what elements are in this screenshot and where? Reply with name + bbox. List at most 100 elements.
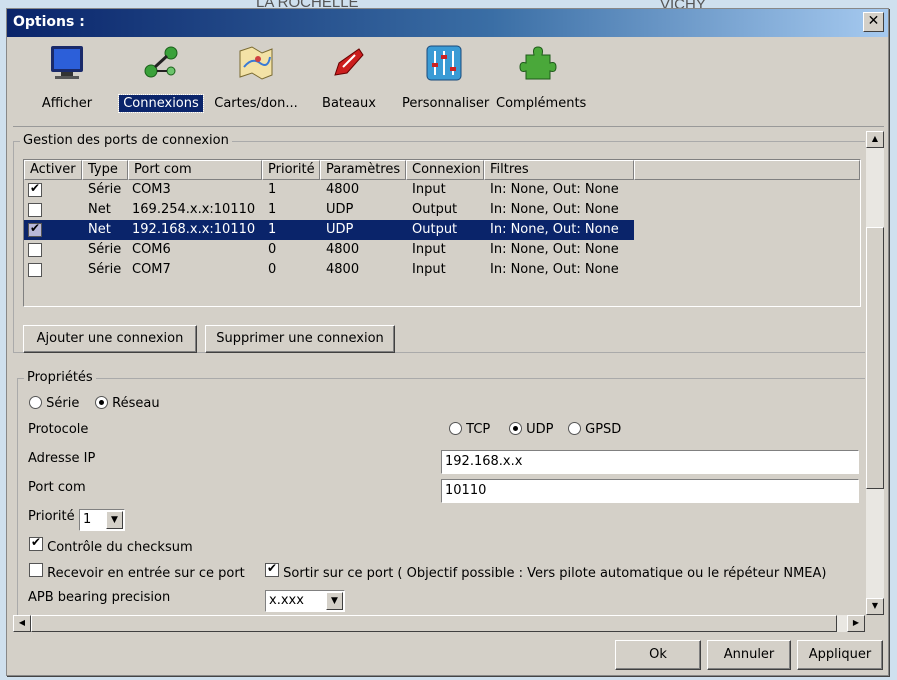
active-checkbox[interactable]	[28, 221, 42, 237]
ok-button[interactable]: Ok	[615, 640, 701, 670]
row-filters-cell: In: None, Out: None	[490, 262, 619, 277]
active-checkbox[interactable]	[28, 263, 42, 277]
column-header[interactable]: Priorité	[262, 160, 320, 180]
row-params-cell: UDP	[326, 202, 354, 217]
row-priority-cell: 0	[268, 242, 277, 257]
close-button[interactable]: ✕	[863, 12, 884, 32]
tcp-label: TCP	[466, 422, 491, 437]
chevron-down-icon[interactable]: ▼	[106, 511, 123, 529]
column-header[interactable]: Paramètres	[320, 160, 406, 180]
tab-label: Bateaux	[322, 96, 376, 111]
row-connection-cell: Input	[412, 182, 446, 197]
charts-icon	[239, 46, 273, 80]
apb-precision-select[interactable]: x.xxx ▼	[265, 590, 345, 612]
scroll-right-icon[interactable]: ▶	[847, 615, 865, 632]
column-header-empty	[634, 160, 860, 180]
scroll-thumb[interactable]	[31, 615, 837, 632]
apply-button[interactable]: Appliquer	[797, 640, 883, 670]
port-field[interactable]: 10110	[441, 479, 859, 503]
list-header: Activer Type Port com Priorité Paramètre…	[24, 160, 860, 180]
horizontal-scrollbar[interactable]: ◀ ▶	[13, 615, 865, 632]
checksum-option[interactable]: Contrôle du checksum	[29, 535, 193, 555]
chevron-down-icon[interactable]: ▼	[326, 592, 343, 610]
row-port-cell: 192.168.x.x:10110	[132, 222, 256, 237]
row-port-cell: 169.254.x.x:10110	[132, 202, 256, 217]
output-checkbox[interactable]	[265, 561, 279, 577]
tcp-radio[interactable]	[449, 422, 462, 435]
row-port-cell: COM7	[132, 262, 171, 277]
scroll-thumb[interactable]	[866, 227, 884, 489]
apb-label: APB bearing precision	[28, 590, 171, 605]
tab-afficher[interactable]: Afficher	[35, 43, 99, 115]
remove-connection-button[interactable]: Supprimer une connexion	[205, 325, 395, 353]
column-header[interactable]: Connexion	[406, 160, 484, 180]
serial-label: Série	[46, 396, 80, 411]
row-type-cell: Série	[88, 182, 122, 197]
table-row[interactable]: Série COM6 0 4800 Input In: None, Out: None	[24, 240, 634, 260]
network-radio[interactable]	[95, 396, 108, 409]
cancel-button[interactable]: Annuler	[707, 640, 791, 670]
tab-cartes[interactable]: Cartes/don...	[209, 43, 303, 115]
column-header[interactable]: Type	[82, 160, 128, 180]
connection-type-network[interactable]: Réseau	[95, 396, 160, 411]
options-toolbar: Afficher Connexions Cartes/don... Bateau…	[13, 39, 884, 127]
tab-bateaux[interactable]: Bateaux	[317, 43, 381, 115]
puzzle-icon	[519, 46, 557, 80]
row-active-cell[interactable]	[28, 203, 42, 221]
checksum-checkbox[interactable]	[29, 535, 43, 551]
receive-option[interactable]: Recevoir en entrée sur ce port	[29, 563, 245, 581]
group-label: Propriétés	[24, 370, 96, 385]
row-active-cell[interactable]	[28, 221, 42, 241]
ip-address-field[interactable]: 192.168.x.x	[441, 450, 859, 474]
protocol-label: Protocole	[28, 422, 89, 437]
active-checkbox[interactable]	[28, 181, 42, 197]
add-connection-button[interactable]: Ajouter une connexion	[23, 325, 197, 353]
options-dialog: Options : ✕ Afficher Connexions Cartes/d…	[6, 8, 889, 676]
udp-radio[interactable]	[509, 422, 522, 435]
row-active-cell[interactable]	[28, 243, 42, 261]
connections-list[interactable]: Activer Type Port com Priorité Paramètre…	[23, 159, 861, 307]
row-type-cell: Série	[88, 262, 122, 277]
row-priority-cell: 0	[268, 262, 277, 277]
gpsd-radio[interactable]	[568, 422, 581, 435]
row-active-cell[interactable]	[28, 181, 42, 201]
vertical-scrollbar[interactable]: ▲ ▼	[866, 131, 884, 615]
row-params-cell: 4800	[326, 262, 360, 277]
protocol-gpsd[interactable]: GPSD	[568, 422, 621, 437]
tab-connexions[interactable]: Connexions	[118, 43, 204, 115]
scroll-left-icon[interactable]: ◀	[13, 615, 31, 632]
row-active-cell[interactable]	[28, 263, 42, 281]
title-bar: Options : ✕	[7, 9, 888, 37]
row-filters-cell: In: None, Out: None	[490, 242, 619, 257]
active-checkbox[interactable]	[28, 243, 42, 257]
scroll-up-icon[interactable]: ▲	[866, 131, 884, 148]
active-checkbox[interactable]	[28, 203, 42, 217]
table-row[interactable]: Série COM3 1 4800 Input In: None, Out: None	[24, 180, 634, 200]
row-priority-cell: 1	[268, 222, 277, 237]
serial-radio[interactable]	[29, 396, 42, 409]
table-row[interactable]: Net 192.168.x.x:10110 1 UDP Output In: None, …	[24, 220, 634, 240]
network-label: Réseau	[112, 396, 160, 411]
gpsd-label: GPSD	[585, 422, 622, 437]
table-row[interactable]: Net 169.254.x.x:10110 1 UDP Output In: None, …	[24, 200, 634, 220]
column-header[interactable]: Activer	[24, 160, 82, 180]
row-params-cell: 4800	[326, 242, 360, 257]
column-header[interactable]: Port com	[128, 160, 262, 180]
column-header[interactable]: Filtres	[484, 160, 634, 180]
tab-personnaliser[interactable]: Personnaliser	[399, 43, 489, 115]
protocol-udp[interactable]: UDP	[509, 422, 554, 437]
priority-select[interactable]: 1 ▼	[79, 509, 125, 531]
apb-value: x.xxx	[269, 593, 304, 608]
receive-checkbox[interactable]	[29, 563, 43, 577]
row-type-cell: Série	[88, 242, 122, 257]
tab-label: Cartes/don...	[214, 96, 298, 111]
port-label: Port com	[28, 480, 86, 495]
table-row[interactable]: Série COM7 0 4800 Input In: None, Out: None	[24, 260, 634, 280]
tab-complements[interactable]: Compléments	[493, 43, 586, 115]
protocol-tcp[interactable]: TCP	[449, 422, 490, 437]
row-connection-cell: Output	[412, 222, 458, 237]
scroll-down-icon[interactable]: ▼	[866, 598, 884, 615]
row-connection-cell: Output	[412, 202, 458, 217]
output-option[interactable]: Sortir sur ce port ( Objectif possible :…	[265, 561, 826, 581]
connection-type-serial[interactable]: Série	[29, 396, 79, 411]
